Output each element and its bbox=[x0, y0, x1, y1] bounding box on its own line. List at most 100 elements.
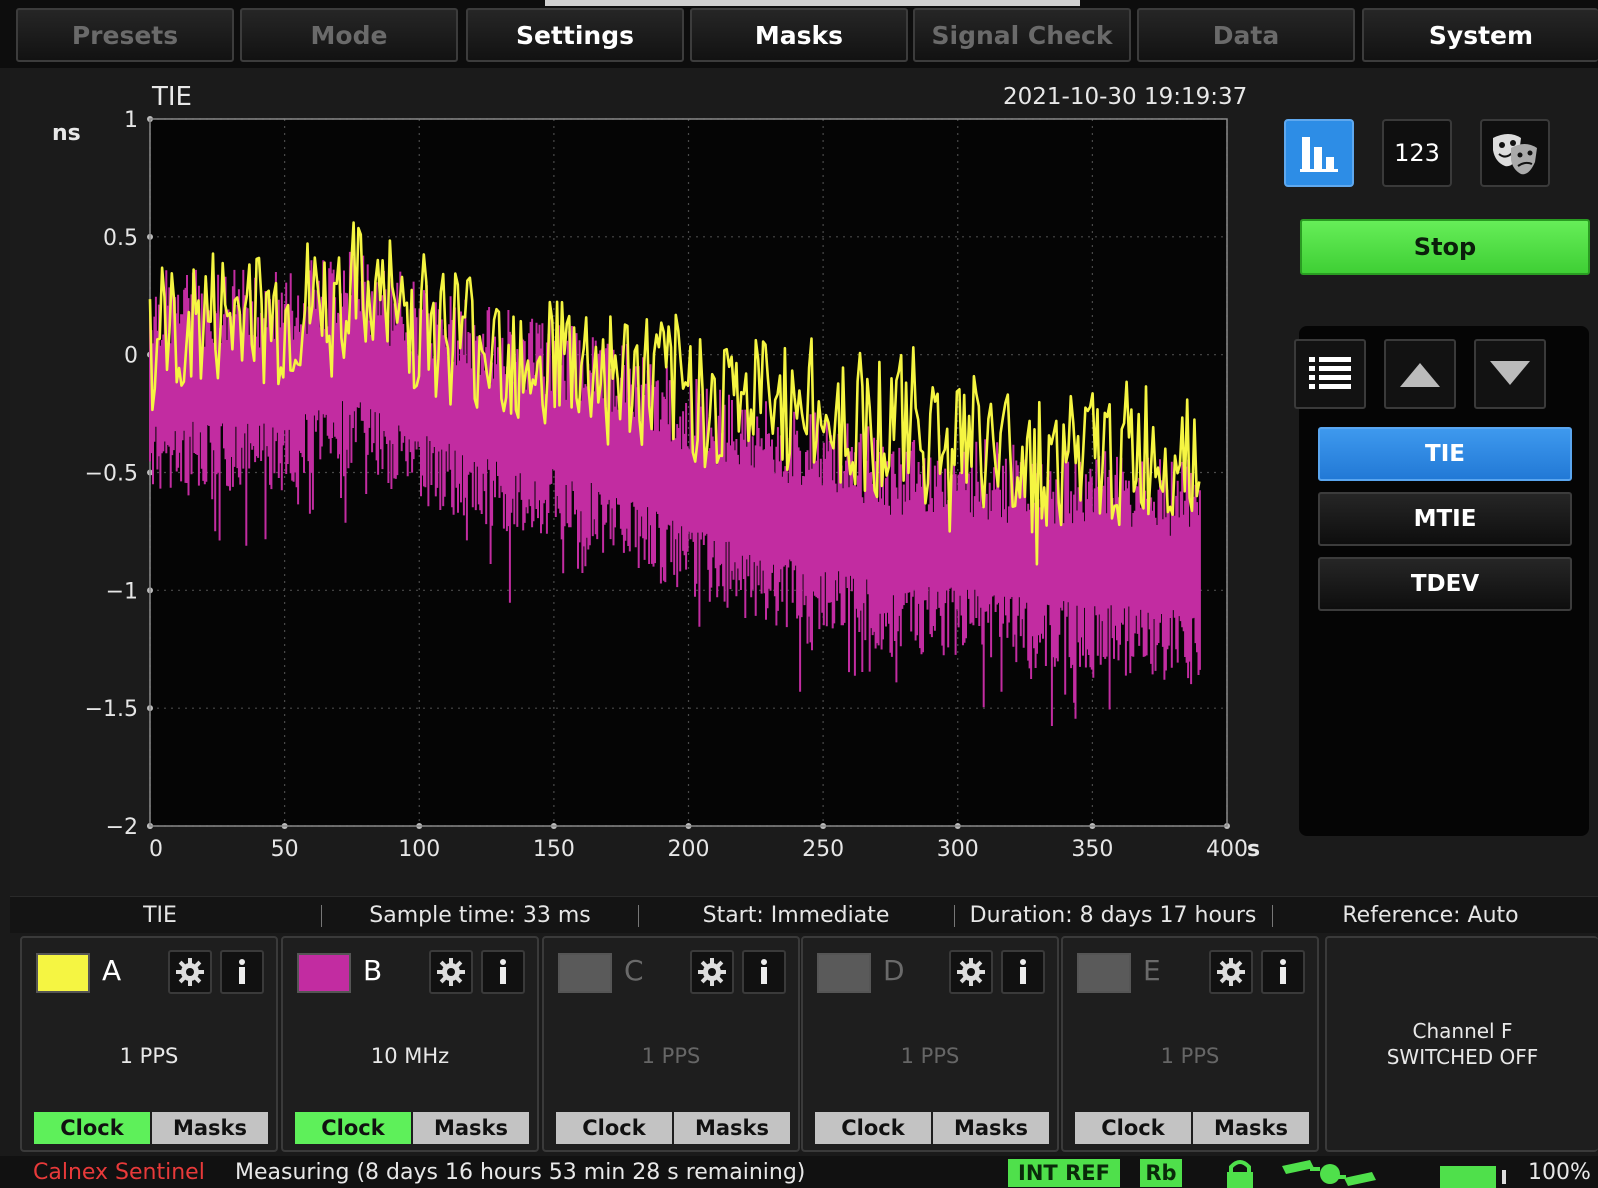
channel-f-panel[interactable]: Channel F SWITCHED OFF bbox=[1325, 936, 1598, 1152]
channel-clock-button[interactable]: Clock bbox=[815, 1112, 931, 1144]
channel-info-button[interactable] bbox=[1261, 950, 1305, 994]
measurement-tie-button[interactable]: TIE bbox=[1318, 427, 1572, 481]
int-ref-badge: INT REF bbox=[1008, 1159, 1120, 1187]
channel-signal: 1 PPS bbox=[900, 1044, 960, 1068]
y-tick-label: −1 bbox=[106, 579, 138, 604]
brand-name: Calnex Sentinel bbox=[33, 1160, 205, 1185]
channel-color-swatch bbox=[558, 953, 612, 993]
measurement-info-bar: TIE Sample time: 33 ms Start: Immediate … bbox=[10, 896, 1598, 933]
theatre-masks-icon bbox=[1493, 134, 1537, 175]
channel-letter: C bbox=[624, 954, 644, 987]
x-tick-label: 350 bbox=[1071, 837, 1113, 862]
channel-color-swatch bbox=[297, 953, 351, 993]
channel-color-swatch bbox=[1077, 953, 1131, 993]
info-icon bbox=[239, 959, 245, 984]
y-tick-label: −2 bbox=[106, 815, 138, 840]
status-bar: Calnex Sentinel Measuring (8 days 16 hou… bbox=[0, 1156, 1598, 1188]
channel-panel[interactable]: C 1 PPS Clock Masks bbox=[542, 936, 800, 1152]
tie-chart[interactable]: 1 0.5 0 −0.5 −1 −1.5 −2 0 50 100 150 200 250 300 350 40… bbox=[0, 0, 1300, 880]
rb-badge: Rb bbox=[1140, 1159, 1182, 1187]
bar-chart-icon bbox=[1300, 137, 1338, 172]
channel-masks-button[interactable]: Masks bbox=[674, 1112, 790, 1144]
info-icon bbox=[1280, 959, 1286, 984]
y-tick-label: −1.5 bbox=[85, 697, 138, 722]
channel-settings-button[interactable] bbox=[429, 950, 473, 994]
channel-info-button[interactable] bbox=[742, 950, 786, 994]
info-duration: Duration: 8 days 17 hours bbox=[969, 902, 1257, 928]
channel-masks-button[interactable]: Masks bbox=[413, 1112, 529, 1144]
info-icon bbox=[500, 959, 506, 984]
channel-color-swatch bbox=[817, 953, 871, 993]
arrow-down-icon bbox=[1490, 361, 1530, 385]
y-tick-label: 1 bbox=[124, 108, 138, 133]
channel-color-swatch bbox=[36, 953, 90, 993]
channel-settings-button[interactable] bbox=[949, 950, 993, 994]
channel-masks-button[interactable]: Masks bbox=[933, 1112, 1049, 1144]
channel-panel[interactable]: A 1 PPS Clock Masks bbox=[20, 936, 278, 1152]
x-tick-label: 100 bbox=[398, 837, 440, 862]
info-measurement: TIE bbox=[143, 902, 177, 928]
numeric-view-button[interactable]: 123 bbox=[1382, 119, 1452, 187]
channel-signal: 1 PPS bbox=[641, 1044, 701, 1068]
gear-icon bbox=[176, 958, 204, 986]
channel-letter: E bbox=[1143, 954, 1161, 987]
channel-info-button[interactable] bbox=[1001, 950, 1045, 994]
y-tick-label: −0.5 bbox=[85, 462, 138, 487]
gear-icon bbox=[698, 958, 726, 986]
info-sample-time: Sample time: 33 ms bbox=[369, 902, 591, 928]
channel-letter: A bbox=[102, 954, 122, 987]
x-tick-label: 0 bbox=[149, 837, 163, 862]
channel-settings-button[interactable] bbox=[1209, 950, 1253, 994]
channel-settings-button[interactable] bbox=[690, 950, 734, 994]
x-tick-label: 50 bbox=[271, 837, 299, 862]
channel-clock-button[interactable]: Clock bbox=[34, 1112, 150, 1144]
channel-info-button[interactable] bbox=[220, 950, 264, 994]
channel-signal: 1 PPS bbox=[119, 1044, 179, 1068]
x-tick-label: 250 bbox=[802, 837, 844, 862]
y-tick-label: 0.5 bbox=[103, 226, 138, 251]
gear-icon bbox=[957, 958, 985, 986]
status-message: Measuring (8 days 16 hours 53 min 28 s r… bbox=[235, 1160, 806, 1185]
x-tick-label: 300 bbox=[937, 837, 979, 862]
channel-f-label: Channel F bbox=[1412, 1019, 1513, 1043]
scroll-up-button[interactable] bbox=[1384, 339, 1456, 409]
x-axis-unit: s bbox=[1247, 837, 1260, 862]
battery-percent: 100% bbox=[1528, 1160, 1591, 1185]
info-icon bbox=[1020, 959, 1026, 984]
theme-button[interactable] bbox=[1480, 119, 1550, 187]
channel-f-status: SWITCHED OFF bbox=[1386, 1045, 1539, 1069]
battery-icon bbox=[1502, 1170, 1506, 1184]
x-tick-label: 150 bbox=[533, 837, 575, 862]
channel-settings-button[interactable] bbox=[168, 950, 212, 994]
measurement-tdev-button[interactable]: TDEV bbox=[1318, 557, 1572, 611]
scroll-down-button[interactable] bbox=[1474, 339, 1546, 409]
info-start: Start: Immediate bbox=[702, 902, 890, 928]
channel-info-button[interactable] bbox=[481, 950, 525, 994]
measurement-mtie-button[interactable]: MTIE bbox=[1318, 492, 1572, 546]
tab-system[interactable]: System bbox=[1362, 8, 1598, 62]
x-tick-label: 400 bbox=[1206, 837, 1248, 862]
channel-panel[interactable]: E 1 PPS Clock Masks bbox=[1061, 936, 1319, 1152]
channel-masks-button[interactable]: Masks bbox=[152, 1112, 268, 1144]
satellite-icon bbox=[1282, 1160, 1376, 1186]
channel-signal: 10 MHz bbox=[370, 1044, 450, 1068]
battery-level bbox=[1440, 1166, 1496, 1188]
channel-letter: D bbox=[883, 954, 905, 987]
channel-clock-button[interactable]: Clock bbox=[556, 1112, 672, 1144]
y-tick-label: 0 bbox=[124, 344, 138, 369]
arrow-up-icon bbox=[1400, 363, 1440, 387]
gear-icon bbox=[1217, 958, 1245, 986]
channel-clock-button[interactable]: Clock bbox=[1075, 1112, 1191, 1144]
list-button[interactable] bbox=[1294, 339, 1366, 409]
channel-signal: 1 PPS bbox=[1160, 1044, 1220, 1068]
channel-clock-button[interactable]: Clock bbox=[295, 1112, 411, 1144]
graph-view-button[interactable] bbox=[1284, 119, 1354, 187]
channel-panel[interactable]: B 10 MHz Clock Masks bbox=[281, 936, 539, 1152]
lock-icon bbox=[1227, 1160, 1253, 1188]
info-reference: Reference: Auto bbox=[1342, 902, 1519, 928]
channel-masks-button[interactable]: Masks bbox=[1193, 1112, 1309, 1144]
info-icon bbox=[761, 959, 767, 984]
stop-button[interactable]: Stop bbox=[1300, 219, 1590, 275]
list-icon bbox=[1309, 357, 1351, 389]
channel-panel[interactable]: D 1 PPS Clock Masks bbox=[801, 936, 1059, 1152]
